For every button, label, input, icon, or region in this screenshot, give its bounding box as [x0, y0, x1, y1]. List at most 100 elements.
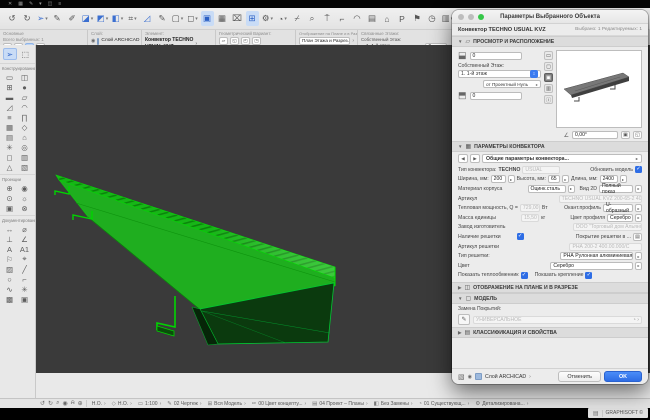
- model-filter-select[interactable]: ⊞ Вся Модель ›: [208, 401, 246, 407]
- eye-icon[interactable]: ◉: [91, 37, 95, 45]
- undo-icon[interactable]: ↺: [6, 11, 19, 26]
- surface-override-select[interactable]: ✑ 00 Цвет концепту... ›: [252, 401, 306, 407]
- label-tool-icon[interactable]: A1: [17, 244, 32, 254]
- palette-section-views[interactable]: Проекции: [0, 174, 35, 183]
- display-caret[interactable]: ›: [352, 37, 354, 45]
- show-mount-checkbox[interactable]: ✓: [585, 271, 593, 279]
- preview-chart-button[interactable]: ▥: [544, 84, 553, 93]
- grid-icon[interactable]: ▦: [18, 0, 23, 8]
- truss-tool-icon[interactable]: △: [2, 162, 17, 172]
- angle-dimension-icon[interactable]: ∠: [17, 234, 32, 244]
- geometry-variant-2-icon[interactable]: ◱: [230, 37, 239, 45]
- wall-preset-icon[interactable]: ◪ ▾: [81, 11, 94, 26]
- marquee-tool-icon[interactable]: ⬚: [18, 48, 32, 60]
- arc-icon[interactable]: ◠: [351, 11, 364, 26]
- orbit-icon[interactable]: ◷: [426, 11, 439, 26]
- palette-section-document[interactable]: Документирование: [0, 215, 35, 224]
- section-convector-params[interactable]: ▼ ▦ ПАРАМЕТРЫ КОНВЕКТОРА: [452, 141, 648, 152]
- elevation-icon[interactable]: ⍑: [321, 11, 334, 26]
- palette-section-design[interactable]: Конструирование: [0, 63, 35, 72]
- mirror-button[interactable]: ▣: [621, 131, 630, 139]
- redo-icon[interactable]: ↻: [21, 11, 34, 26]
- level-dimension-icon[interactable]: ⊥: [2, 234, 17, 244]
- drag-handle-button[interactable]: ◱: [633, 131, 642, 139]
- drawing-tool-icon[interactable]: ▣: [17, 294, 32, 304]
- object-top-link-icon[interactable]: ⬓: [458, 50, 467, 61]
- spline-tool-icon[interactable]: ∿: [2, 284, 17, 294]
- zone-stamp-icon[interactable]: ⚐: [2, 254, 17, 264]
- zone-tool-icon[interactable]: ◇: [17, 122, 32, 132]
- guide-line-icon[interactable]: ◿: [141, 11, 154, 26]
- rotation-angle-field[interactable]: 0,00°: [572, 131, 618, 139]
- schedule-icon[interactable]: ▦: [216, 11, 229, 26]
- datum-select[interactable]: от Проектный Нуль ▸: [483, 80, 541, 88]
- view2d-stepper[interactable]: ▸: [635, 184, 642, 193]
- material-field[interactable]: Оцинк.сталь: [527, 184, 566, 193]
- camera-tool-icon[interactable]: ☼: [17, 193, 32, 203]
- width-stepper[interactable]: ▸: [507, 175, 515, 184]
- caret-icon[interactable]: ▾: [39, 0, 42, 8]
- panel-tool-icon[interactable]: ▧: [17, 162, 32, 172]
- section-preview-position[interactable]: ▼ ▱ ПРОСМОТР И РАСПОЛОЖЕНИЕ: [452, 36, 648, 47]
- floor-plan-display-select[interactable]: План Этажа и Разрез...: [299, 37, 351, 45]
- profile-color-field[interactable]: Серебро: [607, 213, 634, 222]
- arrow-tool-icon[interactable]: ➢ ▾: [36, 11, 49, 26]
- morph-tool-icon[interactable]: ◻: [2, 152, 17, 162]
- width-field[interactable]: 200: [490, 175, 506, 184]
- camera-icon[interactable]: ⌖: [17, 254, 32, 264]
- section-classification[interactable]: ▶ ▤ КЛАССИФИКАЦИЯ И СВОЙСТВА: [452, 327, 648, 339]
- dialog-layer-value[interactable]: Слой ARCHICAD: [485, 374, 526, 380]
- own-story-select[interactable]: 1. 1-й этаж ↕: [458, 70, 541, 78]
- person-view-icon[interactable]: ⍾: [71, 400, 75, 407]
- column-preset-icon[interactable]: ◧ ▾: [111, 11, 124, 26]
- dialog-layer-caret[interactable]: ›: [529, 374, 531, 380]
- preview-front-button[interactable]: ◻: [544, 62, 553, 71]
- grille-type-stepper[interactable]: ▸: [635, 252, 642, 261]
- scale-select[interactable]: ▭ 1:100 ›: [138, 401, 161, 407]
- object-preview[interactable]: [556, 50, 642, 128]
- object-bottom-link-icon[interactable]: ⬒: [458, 90, 467, 101]
- beam-tool-icon[interactable]: ▬: [2, 92, 17, 102]
- figure-tool-icon[interactable]: ▩: [2, 294, 17, 304]
- line-tool-icon[interactable]: ╱: [17, 264, 32, 274]
- slab-tool-icon[interactable]: ▱: [17, 92, 32, 102]
- shell-tool-icon[interactable]: ◠: [17, 102, 32, 112]
- paint-bucket-button[interactable]: ✎: [458, 314, 470, 326]
- grille-checkbox[interactable]: ✓: [516, 233, 524, 241]
- lamp-tool-icon[interactable]: ✳: [2, 142, 17, 152]
- preview-3d-button[interactable]: ▣: [544, 73, 553, 82]
- model-view-select[interactable]: ⚙ Детализирована... ›: [475, 401, 528, 407]
- layer-combination-select[interactable]: ▤ 04 Проект – Планы ›: [312, 401, 368, 407]
- ok-button[interactable]: OK: [604, 371, 642, 382]
- detail-tool-icon[interactable]: ⊗: [17, 203, 32, 213]
- element-value-line1[interactable]: Конвектор TECHNO: [145, 37, 193, 44]
- graphic-override-select[interactable]: ◧ Без Замены ›: [374, 401, 413, 407]
- surface-reset-icon[interactable]: ◔ ›: [633, 317, 639, 323]
- p-tool-icon[interactable]: Ρ: [396, 11, 409, 26]
- circle-tool-icon[interactable]: ○: [2, 274, 17, 284]
- preview-plan-button[interactable]: ▭: [544, 51, 553, 60]
- box-3d-icon[interactable]: ▤: [366, 11, 379, 26]
- settings-cube-icon[interactable]: ⚙ ▾: [261, 11, 274, 26]
- view2d-field[interactable]: Полный показ: [599, 183, 633, 195]
- renovation-filter-select[interactable]: ◔ 01 Существующ... ›: [419, 401, 470, 407]
- layer-value[interactable]: Слой ARCHICAD: [101, 37, 139, 45]
- height-stepper[interactable]: ▸: [561, 175, 569, 184]
- interior-elevation-icon[interactable]: ⊙: [2, 193, 17, 203]
- pencil-icon[interactable]: ✎: [29, 0, 33, 8]
- geometry-variant-1-icon[interactable]: ▱: [219, 37, 228, 45]
- bottom-offset-field[interactable]: 0: [469, 91, 522, 100]
- orbit-view-icon[interactable]: ↺: [40, 400, 45, 407]
- color-field[interactable]: Серебро: [550, 261, 633, 270]
- grid-snap-icon[interactable]: ⊞: [246, 11, 259, 26]
- geometry-variant-3-icon[interactable]: ◰: [241, 37, 250, 45]
- show-exchanger-checkbox[interactable]: ✓: [520, 271, 528, 279]
- trim-icon[interactable]: ⌿: [291, 11, 304, 26]
- params-page-select[interactable]: Общие параметры конвектора... ▸: [482, 154, 642, 163]
- prev-page-button[interactable]: ◀: [458, 154, 468, 163]
- cancel-button[interactable]: Отменить: [558, 371, 601, 382]
- grille-type-field[interactable]: РНА Рулонная алюминиевая: [560, 252, 633, 261]
- close-icon[interactable]: ✕: [8, 0, 12, 8]
- folder-icon[interactable]: ▤: [593, 410, 599, 417]
- home-icon[interactable]: ⌂: [381, 11, 394, 26]
